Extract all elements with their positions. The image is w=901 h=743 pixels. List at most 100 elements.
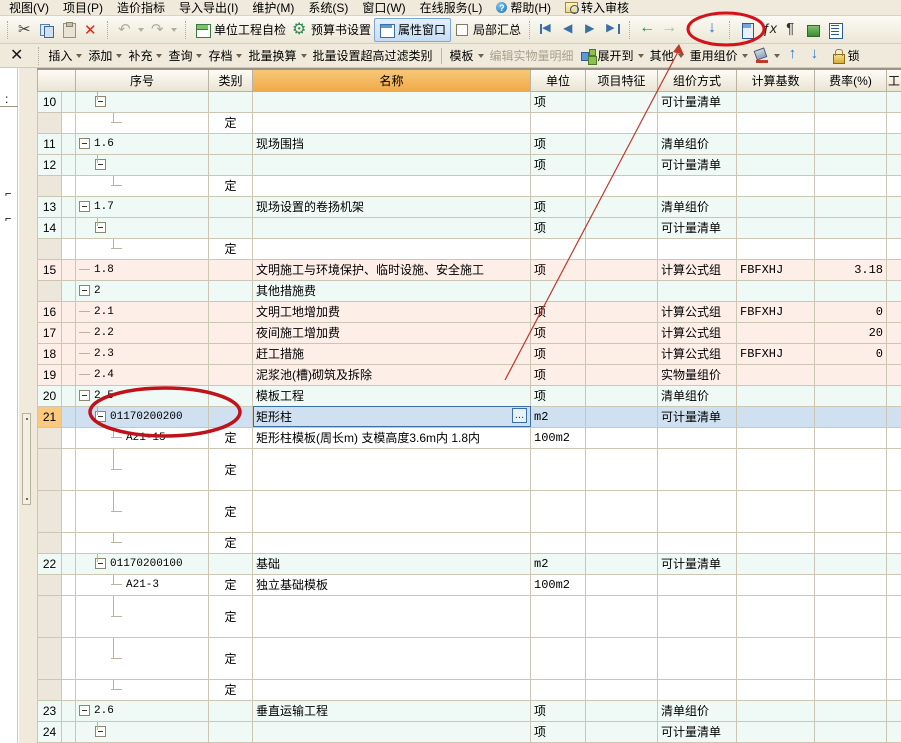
pricing-mode-cell[interactable] xyxy=(657,237,737,260)
work-cell[interactable] xyxy=(886,111,901,134)
work-cell[interactable] xyxy=(886,720,901,743)
rate-cell[interactable]: 20 xyxy=(814,321,887,344)
table-row[interactable]: A21-3 定独立基础模板 100m2 xyxy=(37,573,901,596)
name-cell[interactable]: 基础 xyxy=(252,552,531,575)
category-cell[interactable] xyxy=(208,342,253,365)
work-cell[interactable] xyxy=(886,279,901,302)
close-toolbar-button[interactable]: ✕ xyxy=(2,45,33,67)
unit-cell[interactable] xyxy=(530,111,586,134)
feature-cell[interactable] xyxy=(585,636,658,680)
calc-base-cell[interactable] xyxy=(736,636,815,680)
row-number-cell[interactable]: 17 xyxy=(37,321,62,344)
move-up-button[interactable] xyxy=(680,18,702,42)
property-window-button[interactable]: 属性窗口 xyxy=(374,17,452,42)
category-cell[interactable] xyxy=(208,132,253,155)
pricing-mode-cell[interactable]: 计算公式组 xyxy=(657,342,737,365)
name-cell[interactable]: 垂直运输工程 xyxy=(252,699,531,722)
row-number-cell[interactable]: 15 xyxy=(37,258,62,281)
name-cell[interactable]: 文明工地增加费 xyxy=(252,300,531,323)
table-row[interactable]: 20 2.5 模板工程项 清单组价 xyxy=(37,384,901,407)
name-cell[interactable]: 其他措施费 xyxy=(252,279,531,302)
work-cell[interactable] xyxy=(886,426,901,449)
name-cell[interactable] xyxy=(252,531,531,554)
work-cell[interactable] xyxy=(886,216,901,239)
work-cell[interactable] xyxy=(886,90,901,113)
paragraph-button[interactable] xyxy=(780,18,802,42)
unit-cell[interactable]: 项 xyxy=(530,90,586,113)
rate-cell[interactable]: 0 xyxy=(814,342,887,365)
lock-button[interactable]: 锁 xyxy=(827,45,863,67)
category-cell[interactable]: 定 xyxy=(208,174,253,197)
unit-cell[interactable] xyxy=(530,237,586,260)
pricing-mode-cell[interactable]: 清单组价 xyxy=(657,384,737,407)
work-cell[interactable] xyxy=(886,531,901,554)
code-cell[interactable]: 1.8 xyxy=(75,258,209,281)
category-cell[interactable] xyxy=(208,258,253,281)
rate-cell[interactable] xyxy=(814,195,887,218)
expand-to-menu[interactable]: 展开到 xyxy=(577,45,647,67)
rate-cell[interactable] xyxy=(814,279,887,302)
unit-cell[interactable] xyxy=(530,489,586,533)
row-number-cell[interactable] xyxy=(37,174,62,197)
code-cell[interactable]: 2 xyxy=(75,279,209,302)
rate-cell[interactable] xyxy=(814,174,887,197)
pricing-mode-cell[interactable]: 可计量清单 xyxy=(657,552,737,575)
report-button[interactable] xyxy=(824,18,846,42)
name-cell[interactable] xyxy=(252,174,531,197)
table-row[interactable]: 24 项 可计量清单 xyxy=(37,720,901,743)
chevron-down-icon[interactable] xyxy=(76,53,83,58)
pricing-mode-cell[interactable] xyxy=(657,594,737,638)
calc-base-cell[interactable] xyxy=(736,111,815,134)
table-row[interactable]: 定 xyxy=(37,447,901,491)
table-row[interactable]: 22 01170200100 基础 m2 可计量清单 xyxy=(37,552,901,575)
code-cell[interactable] xyxy=(75,594,209,638)
unit-cell[interactable]: 项 xyxy=(530,300,586,323)
archive-menu[interactable]: 存档 xyxy=(205,45,245,67)
feature-cell[interactable] xyxy=(585,195,658,218)
work-cell[interactable] xyxy=(886,594,901,638)
calc-base-cell[interactable]: FBFXHJ xyxy=(736,300,815,323)
tree-collapse-toggle[interactable] xyxy=(79,138,90,149)
paint-format-menu[interactable] xyxy=(751,45,783,67)
category-cell[interactable] xyxy=(208,153,253,176)
feature-cell[interactable] xyxy=(585,489,658,533)
category-cell[interactable]: 定 xyxy=(208,426,253,449)
calc-base-cell[interactable] xyxy=(736,153,815,176)
table-row[interactable]: 16 2.1 文明工地增加费项 计算公式组 FBFXHJ 0 xyxy=(37,300,901,323)
work-cell[interactable] xyxy=(886,258,901,281)
rate-cell[interactable] xyxy=(814,678,887,701)
feature-cell[interactable] xyxy=(585,426,658,449)
row-number-cell[interactable]: 14 xyxy=(37,216,62,239)
pricing-mode-cell[interactable]: 可计量清单 xyxy=(657,153,737,176)
work-cell[interactable] xyxy=(886,132,901,155)
other-menu[interactable]: 其他 xyxy=(647,45,687,67)
calc-base-cell[interactable] xyxy=(736,552,815,575)
tree-collapse-toggle[interactable] xyxy=(79,705,90,716)
code-cell[interactable] xyxy=(75,678,209,701)
row-number-cell[interactable]: 10 xyxy=(37,90,62,113)
rate-cell[interactable] xyxy=(814,384,887,407)
rate-cell[interactable] xyxy=(814,216,887,239)
category-cell[interactable] xyxy=(208,405,253,428)
category-cell[interactable] xyxy=(208,720,253,743)
unit-cell[interactable]: m2 xyxy=(530,405,586,428)
col-header-pricing-mode[interactable]: 组价方式 xyxy=(657,68,737,92)
unit-cell[interactable] xyxy=(530,447,586,491)
name-cell[interactable]: 赶工措施 xyxy=(252,342,531,365)
calc-base-cell[interactable] xyxy=(736,678,815,701)
calc-base-cell[interactable] xyxy=(736,132,815,155)
supplement-menu[interactable]: 补充 xyxy=(125,45,165,67)
name-cell[interactable]: 夜间施工增加费 xyxy=(252,321,531,344)
delete-button[interactable] xyxy=(80,18,102,42)
table-row[interactable]: 12 项 可计量清单 xyxy=(37,153,901,176)
feature-cell[interactable] xyxy=(585,90,658,113)
add-menu[interactable]: 添加 xyxy=(85,45,125,67)
unit-cell[interactable]: 项 xyxy=(530,699,586,722)
row-number-cell[interactable]: 21 xyxy=(37,405,62,428)
nav-first-button[interactable] xyxy=(536,18,558,42)
category-cell[interactable]: 定 xyxy=(208,636,253,680)
row-number-cell[interactable] xyxy=(37,279,62,302)
work-cell[interactable] xyxy=(886,405,901,428)
code-cell[interactable]: A21-15 xyxy=(75,426,209,449)
pricing-mode-cell[interactable]: 清单组价 xyxy=(657,699,737,722)
